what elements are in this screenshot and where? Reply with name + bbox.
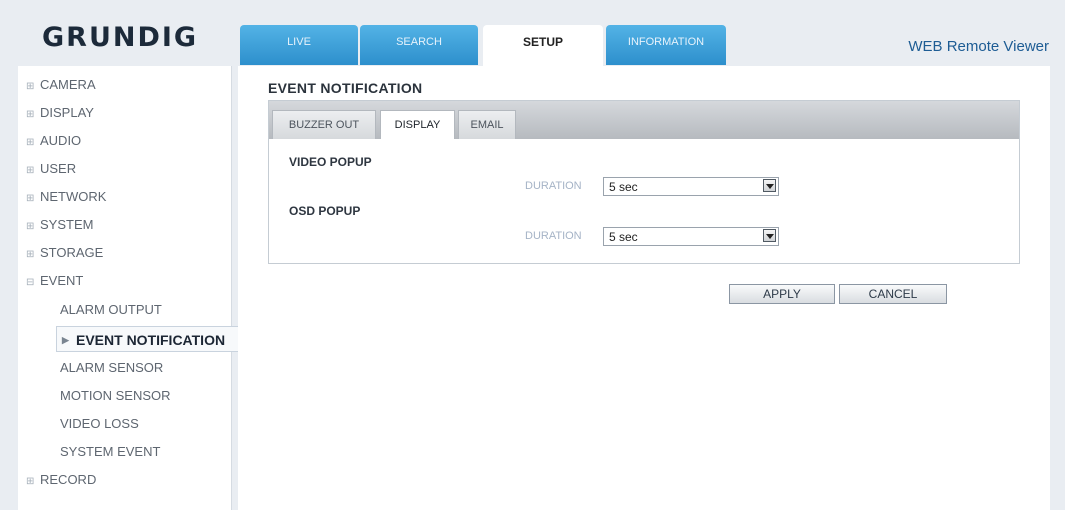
apply-button[interactable]: APPLY [729, 284, 835, 304]
plus-box-icon: ⊞ [26, 221, 35, 232]
subtab-display[interactable]: DISPLAY [380, 110, 455, 139]
sidebar-subitem-label: EVENT NOTIFICATION [76, 332, 226, 348]
sidebar-subitem-system-event[interactable]: SYSTEM EVENT [60, 439, 160, 465]
minus-box-icon: ⊟ [26, 277, 35, 288]
tab-information[interactable]: INFORMATION [606, 25, 726, 65]
sidebar-item-event[interactable]: ⊟ EVENT [18, 268, 231, 294]
setup-sidebar: ⊞ CAMERA ⊞ DISPLAY ⊞ AUDIO ⊞ USER ⊞ NETWORK ⊞… [18, 66, 245, 510]
plus-box-icon: ⊞ [26, 476, 35, 487]
cancel-button[interactable]: CANCEL [839, 284, 947, 304]
sidebar-item-audio[interactable]: ⊞ AUDIO [18, 128, 231, 154]
dropdown-arrow-icon[interactable] [763, 229, 776, 242]
plus-box-icon: ⊞ [26, 81, 35, 92]
plus-box-icon: ⊞ [26, 249, 35, 260]
subtab-bar: BUZZER OUT DISPLAY EMAIL [269, 101, 1019, 139]
sidebar-item-label: AUDIO [40, 133, 82, 148]
plus-box-icon: ⊞ [26, 193, 35, 204]
viewer-title: WEB Remote Viewer [908, 38, 1049, 55]
sidebar-item-label: CAMERA [40, 77, 96, 92]
sidebar-item-user[interactable]: ⊞ USER [18, 156, 231, 182]
subtab-buzzer-out[interactable]: BUZZER OUT [272, 110, 376, 139]
plus-box-icon: ⊞ [26, 165, 35, 176]
tab-search[interactable]: SEARCH [360, 25, 478, 65]
sidebar-item-system[interactable]: ⊞ SYSTEM [18, 212, 231, 238]
grundig-logo: GRUNDIG [42, 22, 199, 53]
video-popup-duration-select[interactable]: 5 sec [603, 177, 779, 196]
sidebar-item-label: SYSTEM [40, 217, 94, 232]
tab-live[interactable]: LIVE [240, 25, 358, 65]
main-content: EVENT NOTIFICATION BUZZER OUT DISPLAY EM… [238, 66, 1050, 510]
video-popup-duration-label: DURATION [525, 180, 582, 192]
sidebar-item-label: DISPLAY [40, 105, 94, 120]
sidebar-subitem-alarm-output[interactable]: ALARM OUTPUT [60, 297, 162, 323]
page-title: EVENT NOTIFICATION [268, 80, 423, 96]
plus-box-icon: ⊞ [26, 109, 35, 120]
sidebar-item-camera[interactable]: ⊞ CAMERA [18, 72, 231, 98]
arrow-right-icon: ▶ [62, 335, 69, 345]
notification-panel: BUZZER OUT DISPLAY EMAIL VIDEO POPUP DUR… [268, 100, 1020, 264]
sidebar-item-storage[interactable]: ⊞ STORAGE [18, 240, 231, 266]
sidebar-item-label: NETWORK [40, 189, 107, 204]
sidebar-item-record[interactable]: ⊞ RECORD [18, 467, 231, 493]
sidebar-item-label: STORAGE [40, 245, 104, 260]
dropdown-arrow-icon[interactable] [763, 179, 776, 192]
video-popup-heading: VIDEO POPUP [289, 155, 372, 169]
tab-setup[interactable]: SETUP [483, 25, 603, 67]
sidebar-item-display[interactable]: ⊞ DISPLAY [18, 100, 231, 126]
sidebar-item-label: USER [40, 161, 77, 176]
sidebar-subitem-event-notification[interactable]: ▶ EVENT NOTIFICATION [56, 326, 245, 352]
sidebar-item-label: RECORD [40, 472, 97, 487]
osd-popup-duration-label: DURATION [525, 230, 582, 242]
sidebar-item-network[interactable]: ⊞ NETWORK [18, 184, 231, 210]
sidebar-subitem-video-loss[interactable]: VIDEO LOSS [60, 411, 139, 437]
osd-popup-duration-select[interactable]: 5 sec [603, 227, 779, 246]
select-value: 5 sec [609, 230, 638, 244]
osd-popup-heading: OSD POPUP [289, 204, 361, 218]
subtab-email[interactable]: EMAIL [458, 110, 516, 139]
plus-box-icon: ⊞ [26, 137, 35, 148]
sidebar-item-label: EVENT [40, 273, 84, 288]
sidebar-subitem-alarm-sensor[interactable]: ALARM SENSOR [60, 355, 163, 381]
sidebar-subitem-motion-sensor[interactable]: MOTION SENSOR [60, 383, 171, 409]
select-value: 5 sec [609, 180, 638, 194]
